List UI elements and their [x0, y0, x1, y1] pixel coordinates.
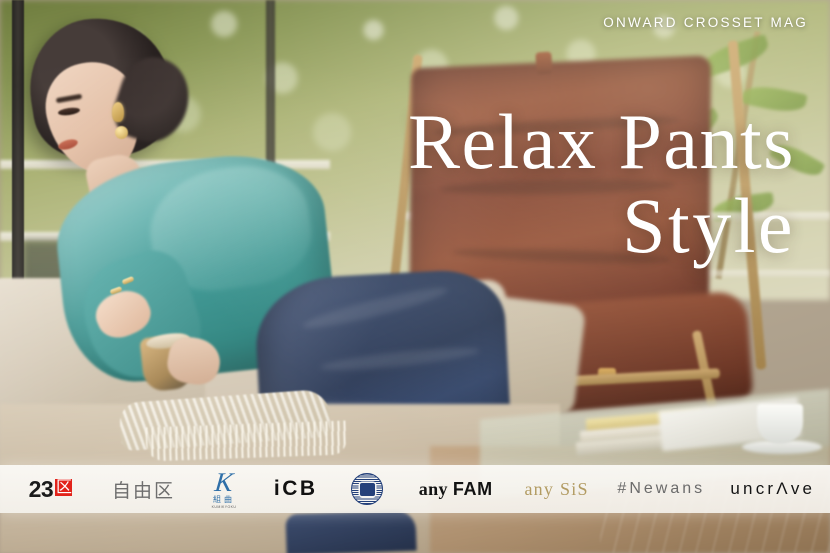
- gold-earring: [115, 126, 128, 139]
- chair-knob: [535, 51, 553, 75]
- brand-logo-icb[interactable]: i CB: [262, 465, 330, 513]
- kumikyoku-romaji: KUMIKYOKU: [211, 504, 237, 509]
- brand-logo-23ku[interactable]: 23 区: [0, 465, 101, 513]
- any-fam-any: any: [418, 478, 448, 499]
- brand-logo-jiyuku[interactable]: 自由区: [101, 465, 186, 513]
- headline-line-1: Relax Pants: [408, 98, 795, 185]
- brand-23ku-number: 23: [28, 475, 54, 502]
- uncrave-prefix: uncr: [730, 479, 777, 498]
- brand-logo-seal[interactable]: [330, 465, 406, 513]
- navy-relax-pants-lower: [285, 509, 417, 553]
- circular-seal-icon: [351, 473, 384, 505]
- brand-logo-bar: 23 区 自由区 K 組曲 KUMIKYOKU i CB any FAM any SiS…: [0, 465, 830, 513]
- uncrave-triangle-a: Λ: [776, 479, 791, 498]
- brand-logo-any-fam[interactable]: any FAM: [405, 465, 506, 513]
- brand-logo-kumikyoku[interactable]: K 組曲 KUMIKYOKU: [186, 465, 262, 513]
- icb-lowercase-i: i: [273, 477, 283, 500]
- kumikyoku-brush-mark: K: [213, 466, 235, 497]
- uncrave-suffix: ve: [790, 479, 816, 498]
- any-sis-sis: SiS: [560, 478, 589, 499]
- page-title: Relax Pants Style: [408, 98, 795, 270]
- brand-logo-any-sis[interactable]: any SiS: [506, 465, 607, 513]
- headline-line-2: Style: [622, 182, 795, 270]
- publication-logo-text: ONWARD CROSSET MAG: [603, 15, 808, 30]
- brand-logo-newans[interactable]: #Newans: [607, 465, 716, 513]
- icb-uppercase-cb: CB: [282, 477, 318, 500]
- teacup: [757, 404, 803, 444]
- any-sis-any: any: [524, 478, 555, 499]
- brand-23ku-mark: 区: [55, 478, 73, 496]
- knit-throw-fringe: [145, 420, 347, 462]
- onward-crosset-mag-banner: ONWARD CROSSET MAG Relax Pants Style 23 区…: [0, 0, 830, 553]
- any-fam-fam: FAM: [452, 478, 493, 499]
- gold-ear-cuff: [112, 102, 124, 122]
- brand-logo-uncrave[interactable]: uncr Λve: [716, 465, 830, 513]
